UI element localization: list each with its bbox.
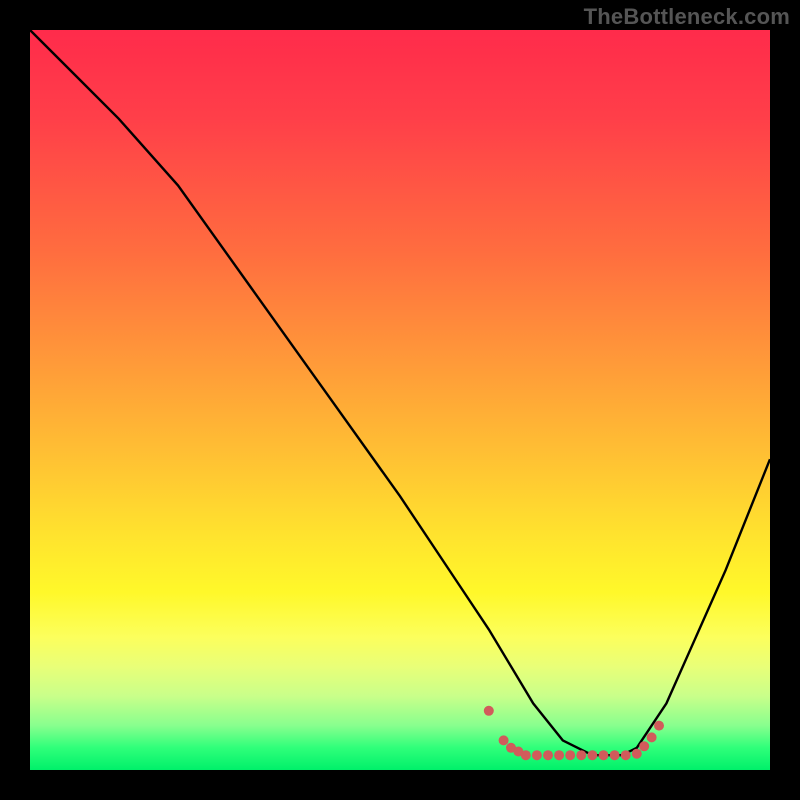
chart-svg bbox=[30, 30, 770, 770]
marker-dot bbox=[565, 750, 575, 760]
curve-line bbox=[30, 30, 770, 755]
marker-dot bbox=[647, 732, 657, 742]
marker-dot bbox=[632, 749, 642, 759]
marker-dot bbox=[639, 741, 649, 751]
watermark-text: TheBottleneck.com bbox=[584, 4, 790, 30]
marker-dot bbox=[532, 750, 542, 760]
plot-area bbox=[30, 30, 770, 770]
bottom-markers bbox=[484, 706, 664, 760]
marker-dot bbox=[554, 750, 564, 760]
marker-dot bbox=[610, 750, 620, 760]
marker-dot bbox=[543, 750, 553, 760]
marker-dot bbox=[521, 750, 531, 760]
marker-dot bbox=[484, 706, 494, 716]
marker-dot bbox=[621, 750, 631, 760]
curve-path bbox=[30, 30, 770, 755]
marker-dot bbox=[576, 750, 586, 760]
marker-dot bbox=[587, 750, 597, 760]
chart-container: TheBottleneck.com bbox=[0, 0, 800, 800]
marker-dot bbox=[599, 750, 609, 760]
marker-dot bbox=[654, 721, 664, 731]
marker-dot bbox=[499, 735, 509, 745]
